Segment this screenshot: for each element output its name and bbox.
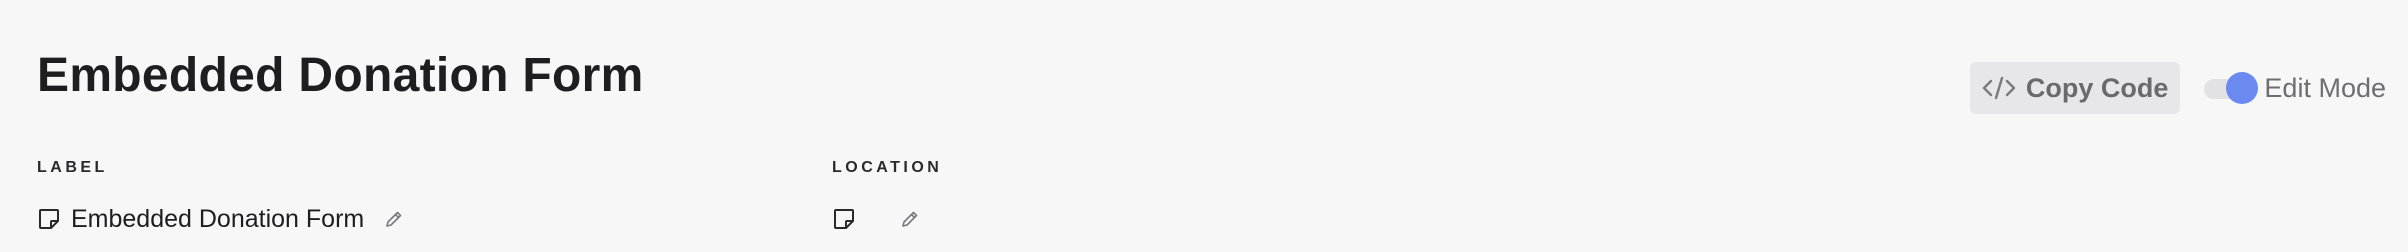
note-icon — [37, 207, 61, 231]
toggle-knob — [2226, 72, 2259, 104]
pencil-icon[interactable] — [384, 209, 404, 229]
copy-code-label: Copy Code — [2025, 72, 2169, 103]
location-field: LOCATION — [832, 158, 942, 234]
toolbar: Copy Code Edit Mode — [1969, 62, 2386, 114]
edit-mode-switch[interactable] — [2204, 72, 2260, 104]
edit-mode-label: Edit Mode — [2264, 72, 2386, 103]
code-icon — [1982, 73, 2016, 103]
label-value-text: Embedded Donation Form — [71, 204, 365, 233]
edit-mode-toggle[interactable]: Edit Mode — [2204, 72, 2386, 104]
label-field-value: Embedded Donation Form — [37, 204, 404, 234]
location-field-heading: LOCATION — [832, 159, 943, 176]
label-field: LABEL Embedded Donation Form — [37, 158, 404, 234]
page-title: Embedded Donation Form — [37, 49, 644, 102]
location-field-value — [832, 204, 942, 234]
copy-code-button[interactable]: Copy Code — [1969, 62, 2181, 114]
label-field-heading: LABEL — [37, 159, 108, 176]
note-icon — [832, 207, 856, 231]
page: Embedded Donation Form Copy Code Edit Mo… — [0, 0, 2408, 252]
pencil-icon[interactable] — [900, 209, 920, 229]
